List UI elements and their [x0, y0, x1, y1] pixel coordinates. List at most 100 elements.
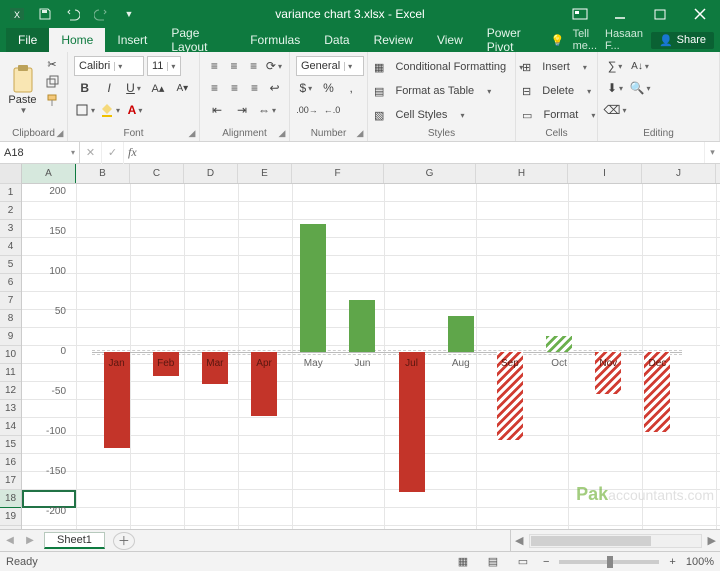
- row-header[interactable]: 13: [0, 400, 21, 418]
- row-header[interactable]: 9: [0, 328, 21, 346]
- row-header[interactable]: 12: [0, 382, 21, 400]
- cell-styles-button[interactable]: ▧ Cell Styles ▾: [374, 104, 509, 126]
- merge-center-icon[interactable]: ⇔▾: [256, 100, 278, 120]
- format-cells-button[interactable]: ▭ Format ▾: [522, 104, 591, 126]
- row-header[interactable]: 5: [0, 256, 21, 274]
- sort-filter-icon[interactable]: A↓▾: [629, 56, 651, 76]
- page-layout-view-icon[interactable]: ▤: [483, 554, 503, 570]
- tab-home[interactable]: Home: [49, 28, 105, 52]
- column-header[interactable]: H: [476, 164, 568, 183]
- clear-icon[interactable]: ⌫▾: [604, 100, 626, 120]
- row-header[interactable]: 18: [0, 490, 21, 508]
- enter-formula-icon[interactable]: ✓: [102, 142, 124, 164]
- tab-formulas[interactable]: Formulas: [238, 28, 312, 52]
- decrease-decimal-icon[interactable]: ←.0: [321, 100, 343, 120]
- increase-decimal-icon[interactable]: .00→: [296, 100, 318, 120]
- column-header[interactable]: E: [238, 164, 292, 183]
- ribbon-display-icon[interactable]: [560, 0, 600, 28]
- cut-icon[interactable]: ✂: [43, 56, 61, 72]
- row-header[interactable]: 19: [0, 508, 21, 526]
- fx-icon[interactable]: fx: [124, 145, 141, 160]
- dialog-launcher-icon[interactable]: ◢: [187, 128, 197, 138]
- comma-format-icon[interactable]: ,: [341, 78, 361, 98]
- horizontal-scrollbar[interactable]: ◀ ▶: [510, 530, 720, 551]
- zoom-slider[interactable]: [559, 560, 659, 564]
- zoom-in-button[interactable]: +: [669, 556, 675, 568]
- column-header[interactable]: D: [184, 164, 238, 183]
- minimize-icon[interactable]: [600, 0, 640, 28]
- decrease-indent-icon[interactable]: ⇤: [206, 100, 228, 120]
- save-icon[interactable]: [34, 3, 56, 25]
- row-header[interactable]: 7: [0, 292, 21, 310]
- row-header[interactable]: 1: [0, 184, 21, 202]
- increase-font-icon[interactable]: A▴: [147, 78, 168, 98]
- normal-view-icon[interactable]: ▦: [453, 554, 473, 570]
- sheet-nav-prev[interactable]: ◀: [0, 535, 20, 546]
- row-header[interactable]: 11: [0, 364, 21, 382]
- align-left-icon[interactable]: ≡: [206, 78, 223, 98]
- increase-indent-icon[interactable]: ⇥: [231, 100, 253, 120]
- align-middle-icon[interactable]: ≡: [226, 56, 243, 76]
- page-break-view-icon[interactable]: ▭: [513, 554, 533, 570]
- autosum-icon[interactable]: ∑▾: [604, 56, 626, 76]
- format-as-table-button[interactable]: ▤ Format as Table ▾: [374, 80, 509, 102]
- italic-button[interactable]: I: [98, 78, 119, 98]
- zoom-out-button[interactable]: −: [543, 556, 549, 568]
- add-sheet-button[interactable]: ＋: [113, 532, 135, 550]
- column-header[interactable]: A: [22, 164, 76, 183]
- delete-cells-button[interactable]: ⊟ Delete ▾: [522, 80, 591, 102]
- grid-body[interactable]: 200150100500-50-100-150-200JanFebMarAprM…: [22, 184, 720, 529]
- cancel-formula-icon[interactable]: ✕: [80, 142, 102, 164]
- align-center-icon[interactable]: ≡: [226, 78, 243, 98]
- font-color-button[interactable]: A▾: [124, 100, 146, 120]
- underline-button[interactable]: U▾: [123, 78, 144, 98]
- row-header[interactable]: 14: [0, 418, 21, 436]
- insert-cells-button[interactable]: ⊞ Insert ▾: [522, 56, 591, 78]
- number-format-combo[interactable]: General▾: [296, 56, 364, 76]
- row-header[interactable]: 8: [0, 310, 21, 328]
- wrap-text-icon[interactable]: ↩: [266, 78, 283, 98]
- zoom-level[interactable]: 100%: [686, 556, 714, 568]
- qat-customize-icon[interactable]: ▼: [118, 3, 140, 25]
- row-header[interactable]: 10: [0, 346, 21, 364]
- formula-input[interactable]: [141, 142, 704, 163]
- tab-data[interactable]: Data: [312, 28, 361, 52]
- tab-insert[interactable]: Insert: [105, 28, 159, 52]
- column-header[interactable]: I: [568, 164, 642, 183]
- tab-view[interactable]: View: [425, 28, 475, 52]
- paste-button[interactable]: Paste ▼: [6, 56, 39, 122]
- align-right-icon[interactable]: ≡: [246, 78, 263, 98]
- column-header[interactable]: C: [130, 164, 184, 183]
- fill-color-button[interactable]: ▾: [99, 100, 121, 120]
- maximize-icon[interactable]: [640, 0, 680, 28]
- row-header[interactable]: 15: [0, 436, 21, 454]
- select-all-triangle[interactable]: [0, 164, 21, 184]
- column-header[interactable]: B: [76, 164, 130, 183]
- formula-expand-icon[interactable]: ▾: [704, 142, 720, 163]
- orientation-icon[interactable]: ⟳▾: [265, 56, 283, 76]
- share-button[interactable]: 👤Share: [651, 32, 714, 49]
- signed-in-user[interactable]: Hasaan F...: [605, 28, 643, 52]
- decrease-font-icon[interactable]: A▾: [172, 78, 193, 98]
- accounting-format-icon[interactable]: $▾: [296, 78, 316, 98]
- dialog-launcher-icon[interactable]: ◢: [277, 128, 287, 138]
- tab-power-pivot[interactable]: Power Pivot: [475, 28, 551, 52]
- column-header[interactable]: F: [292, 164, 384, 183]
- tab-file[interactable]: File: [6, 28, 49, 52]
- undo-icon[interactable]: [62, 3, 84, 25]
- row-header[interactable]: 6: [0, 274, 21, 292]
- sheet-nav-next[interactable]: ▶: [20, 535, 40, 546]
- tell-me[interactable]: Tell me...: [573, 28, 597, 52]
- sheet-tab-sheet1[interactable]: Sheet1: [44, 532, 105, 549]
- tab-page-layout[interactable]: Page Layout: [159, 28, 238, 52]
- row-header[interactable]: 17: [0, 472, 21, 490]
- tab-review[interactable]: Review: [362, 28, 425, 52]
- format-painter-icon[interactable]: [43, 92, 61, 108]
- row-header[interactable]: 4: [0, 238, 21, 256]
- align-bottom-icon[interactable]: ≡: [245, 56, 262, 76]
- border-button[interactable]: ▾: [74, 100, 96, 120]
- row-header[interactable]: 3: [0, 220, 21, 238]
- font-name-combo[interactable]: Calibri▾: [74, 56, 144, 76]
- fill-icon[interactable]: ⬇▾: [604, 78, 626, 98]
- find-select-icon[interactable]: 🔍▾: [629, 78, 651, 98]
